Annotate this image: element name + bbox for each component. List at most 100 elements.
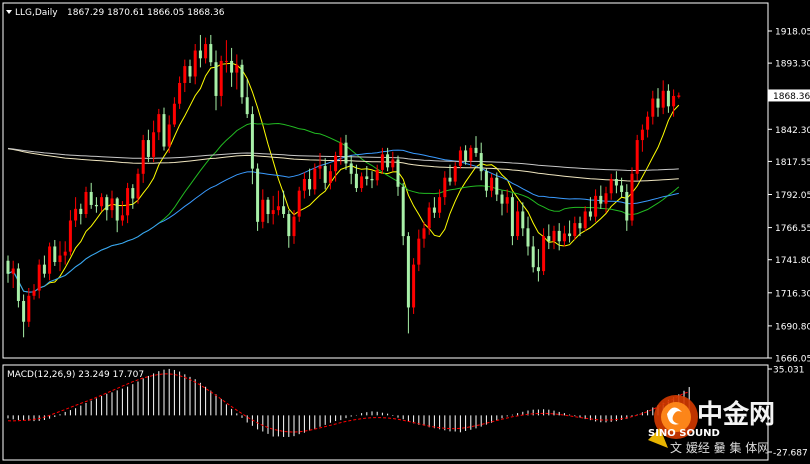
candle-body bbox=[16, 268, 20, 301]
candle-body bbox=[464, 150, 468, 161]
candle-body bbox=[313, 168, 317, 190]
candle-body bbox=[271, 210, 275, 215]
symbol-label: LLG,Daily bbox=[15, 8, 58, 18]
candle-body bbox=[412, 264, 416, 308]
candle-body bbox=[578, 223, 582, 229]
candle-body bbox=[178, 82, 182, 104]
candle-body bbox=[542, 236, 546, 272]
price-tick-label: 1868.36 bbox=[773, 92, 810, 102]
candle-body bbox=[172, 103, 176, 125]
candle-body bbox=[219, 60, 223, 96]
candle-body bbox=[94, 204, 98, 207]
candle-body bbox=[656, 98, 660, 108]
candle-body bbox=[406, 236, 410, 308]
candle-body bbox=[604, 193, 608, 204]
price-tick-label: 1666.05 bbox=[775, 355, 810, 365]
candle-body bbox=[53, 246, 57, 263]
candle-body bbox=[256, 168, 260, 222]
candle-body bbox=[188, 66, 192, 77]
candle-body bbox=[74, 208, 78, 221]
candle-body bbox=[308, 178, 312, 190]
candle-body bbox=[27, 295, 31, 322]
candle-body bbox=[552, 230, 556, 242]
candle-body bbox=[505, 197, 509, 204]
candle-body bbox=[573, 223, 577, 237]
candle-body bbox=[115, 198, 119, 221]
macd-label: MACD(12,26,9) 23.249 17.707 bbox=[7, 370, 144, 380]
candle-body bbox=[276, 206, 280, 211]
candle-body bbox=[318, 166, 322, 169]
candle-body bbox=[646, 116, 650, 130]
candle-body bbox=[100, 197, 104, 207]
candle-body bbox=[479, 153, 483, 172]
candle-body bbox=[620, 185, 624, 192]
candle-body bbox=[526, 228, 530, 247]
candle-body bbox=[360, 176, 364, 189]
price-tick-label: 1893.30 bbox=[775, 60, 810, 70]
candle-body bbox=[32, 290, 36, 296]
macd-tick-label: 35.031 bbox=[773, 366, 805, 376]
candle-body bbox=[474, 147, 478, 154]
candle-body bbox=[630, 173, 634, 221]
candle-body bbox=[230, 60, 234, 73]
candle-body bbox=[282, 206, 286, 215]
candle-body bbox=[495, 177, 499, 195]
candle-body bbox=[521, 211, 525, 229]
candle-body bbox=[484, 171, 488, 191]
candle-body bbox=[672, 95, 676, 107]
candle-body bbox=[422, 228, 426, 239]
candle-body bbox=[625, 191, 629, 221]
sinosound-watermark: 中金网 SINO SOUND 文 嫒经 嘦 集 体网 bbox=[648, 395, 775, 455]
candle-body bbox=[323, 166, 327, 183]
candle-body bbox=[386, 154, 390, 168]
candle-body bbox=[209, 44, 213, 63]
candle-body bbox=[344, 142, 348, 164]
candle-body bbox=[516, 211, 520, 237]
candle-body bbox=[510, 197, 514, 237]
candle-body bbox=[396, 159, 400, 187]
trading-chart[interactable]: 1918.05 1893.30 1868.36 1842.30 1817.55 1792.… bbox=[0, 0, 810, 464]
candle-body bbox=[261, 199, 265, 222]
candle-body bbox=[68, 220, 72, 252]
candle-body bbox=[500, 194, 504, 204]
candle-body bbox=[11, 268, 15, 274]
candle-body bbox=[588, 211, 592, 217]
price-tick-label: 1817.55 bbox=[775, 158, 810, 168]
candle-body bbox=[48, 246, 52, 274]
candle-body bbox=[157, 114, 161, 133]
candle-body bbox=[63, 251, 67, 256]
candle-body bbox=[136, 173, 140, 199]
candle-body bbox=[120, 215, 124, 221]
candle-body bbox=[22, 300, 26, 322]
candle-body bbox=[438, 197, 442, 213]
candle-body bbox=[146, 140, 150, 157]
candle-body bbox=[334, 155, 338, 172]
candle-body bbox=[235, 64, 239, 73]
candle-body bbox=[557, 230, 561, 242]
candle-body bbox=[266, 199, 270, 215]
candle-body bbox=[167, 124, 171, 147]
candle-body bbox=[370, 178, 374, 181]
candle-body bbox=[666, 90, 670, 107]
ohlc-label: 1867.29 1870.61 1866.05 1868.36 bbox=[67, 8, 225, 18]
candle-body bbox=[79, 208, 83, 215]
candle-body bbox=[302, 178, 306, 191]
candle-body bbox=[536, 267, 540, 272]
macd-tick-label: -27.687 bbox=[773, 449, 808, 459]
candle-body bbox=[453, 166, 457, 182]
candle-body bbox=[568, 233, 572, 237]
candle-body bbox=[599, 195, 603, 204]
candle-body bbox=[365, 176, 369, 179]
candle-body bbox=[141, 140, 145, 174]
candle-body bbox=[417, 238, 421, 265]
candle-body bbox=[391, 159, 395, 168]
candle-body bbox=[401, 186, 405, 237]
candle-body bbox=[458, 150, 462, 167]
watermark-cn-title: 中金网 bbox=[697, 399, 775, 430]
watermark-en-title: SINO SOUND bbox=[648, 428, 720, 439]
candle-body bbox=[614, 178, 618, 186]
candle-body bbox=[287, 214, 291, 237]
candle-body bbox=[198, 50, 202, 59]
candle-body bbox=[443, 177, 447, 198]
candle-body bbox=[375, 169, 379, 181]
